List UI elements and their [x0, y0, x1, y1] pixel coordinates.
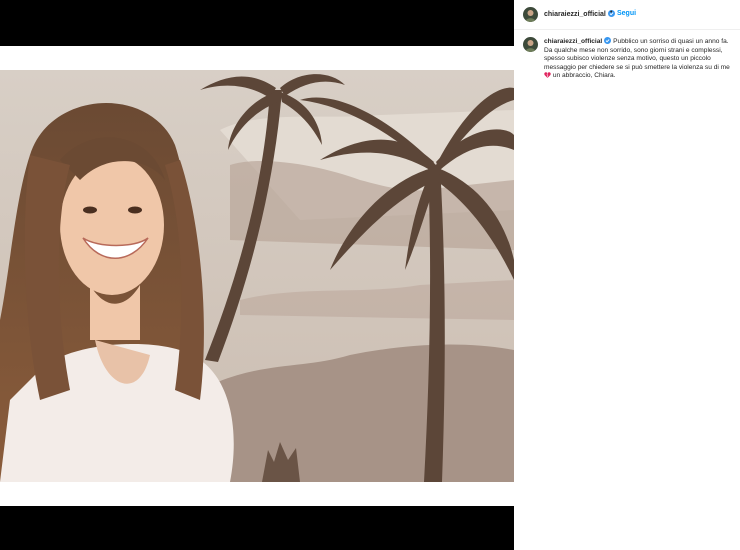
separator-dot: • [610, 9, 613, 16]
post-sidebar: chiaraiezzi_official • Segui chiaraiezzi… [514, 0, 740, 550]
post-header: chiaraiezzi_official • Segui [514, 0, 740, 30]
caption-avatar[interactable] [523, 37, 538, 52]
username-text[interactable]: chiaraiezzi_official [544, 11, 606, 18]
verified-badge-icon [604, 37, 612, 44]
broken-heart-icon [544, 72, 551, 79]
avatar[interactable] [523, 7, 538, 22]
follow-button[interactable]: Segui [617, 10, 636, 17]
post-caption: chiaraiezzi_official Pubblico un sorriso… [544, 37, 736, 81]
username-link[interactable]: chiaraiezzi_official [544, 10, 615, 18]
caption-signoff: un abbraccio, Chiara. [551, 72, 616, 80]
post-photo[interactable] [0, 70, 514, 482]
photo-frame [0, 46, 514, 506]
media-pane [0, 0, 514, 550]
caption-username[interactable]: chiaraiezzi_official [544, 38, 602, 45]
